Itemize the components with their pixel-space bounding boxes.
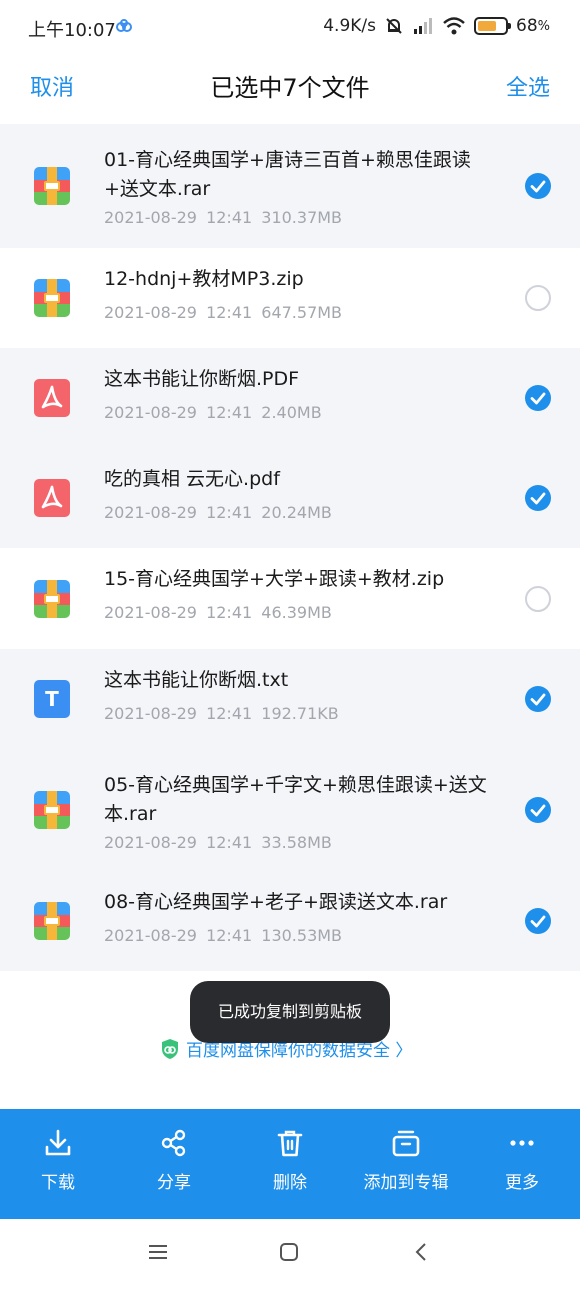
toast-message: 已成功复制到剪贴板 (190, 981, 390, 1043)
file-name: 01-育心经典国学+唐诗三百首+赖思佳跟读+送文本.rar (104, 149, 471, 200)
archive-icon (34, 580, 70, 618)
pdf-icon (34, 379, 70, 417)
checkbox-checked[interactable] (525, 173, 551, 199)
screen: 上午10:07 4.9K/s 68 % 取消 已选中7个文件 全选 01-育心经… (0, 0, 580, 1289)
download-label: 下载 (41, 1173, 75, 1193)
checkmark-icon (530, 693, 546, 706)
album-icon (392, 1130, 420, 1157)
checkbox-checked[interactable] (525, 385, 551, 411)
checkmark-icon (530, 492, 546, 505)
file-row[interactable]: 08-育心经典国学+老子+跟读送文本.rar 2021-08-29 12:41 1… (0, 871, 580, 971)
file-meta: 2021-08-29 12:41 20.24MB (104, 503, 332, 522)
file-meta: 2021-08-29 12:41 2.40MB (104, 403, 322, 422)
file-meta: 2021-08-29 12:41 647.57MB (104, 303, 343, 322)
file-name: 吃的真相 云无心.pdf (104, 468, 280, 490)
more-label: 更多 (505, 1173, 539, 1193)
file-row[interactable]: 吃的真相 云无心.pdf 2021-08-29 12:41 20.24MB (0, 448, 580, 548)
archive-icon (34, 791, 70, 829)
file-row[interactable]: 01-育心经典国学+唐诗三百首+赖思佳跟读+送文本.rar 2021-08-29 … (0, 124, 580, 248)
battery-percent: 68 (516, 16, 538, 36)
add-to-album-label: 添加到专辑 (363, 1173, 449, 1193)
file-meta: 2021-08-29 12:41 33.58MB (104, 833, 332, 852)
file-row[interactable]: 12-hdnj+教材MP3.zip 2021-08-29 12:41 647.57… (0, 248, 580, 348)
more-button[interactable]: 更多 (464, 1109, 580, 1219)
download-icon (45, 1129, 71, 1156)
file-row[interactable]: T 这本书能让你断烟.txt 2021-08-29 12:41 192.71KB (0, 649, 580, 749)
menu-icon[interactable] (147, 1243, 169, 1261)
file-meta: 2021-08-29 12:41 192.71KB (104, 704, 339, 723)
checkbox-checked[interactable] (525, 908, 551, 934)
share-icon (161, 1129, 186, 1157)
select-all-button[interactable]: 全选 (506, 70, 550, 102)
baidu-cloud-icon (116, 19, 132, 32)
checkmark-icon (530, 915, 546, 928)
page-title: 已选中7个文件 (210, 74, 370, 102)
checkbox-checked[interactable] (525, 797, 551, 823)
checkbox-checked[interactable] (525, 485, 551, 511)
file-name: 08-育心经典国学+老子+跟读送文本.rar (104, 891, 448, 913)
file-meta: 2021-08-29 12:41 130.53MB (104, 926, 343, 945)
file-row[interactable]: 15-育心经典国学+大学+跟读+教材.zip 2021-08-29 12:41 4… (0, 548, 580, 649)
txt-icon: T (34, 680, 70, 718)
archive-icon (34, 279, 70, 317)
system-nav-bar (0, 1219, 580, 1289)
battery-icon (474, 17, 511, 35)
action-bar: 下载 分享 删除 添加到专辑 更多 (0, 1109, 580, 1219)
file-name: 15-育心经典国学+大学+跟读+教材.zip (104, 568, 445, 590)
battery-percent-sign: % (537, 18, 550, 34)
file-name: 05-育心经典国学+千字文+赖思佳跟读+送文本.rar (104, 774, 487, 825)
home-icon[interactable] (279, 1243, 299, 1261)
file-row[interactable]: 05-育心经典国学+千字文+赖思佳跟读+送文本.rar 2021-08-29 12… (0, 749, 580, 871)
add-to-album-button[interactable]: 添加到专辑 (348, 1109, 464, 1219)
signal-icon (414, 18, 432, 34)
back-icon[interactable] (413, 1243, 429, 1261)
share-button[interactable]: 分享 (116, 1109, 232, 1219)
file-meta: 2021-08-29 12:41 310.37MB (104, 208, 343, 227)
delete-button[interactable]: 删除 (232, 1109, 348, 1219)
checkbox-unchecked[interactable] (525, 586, 551, 612)
file-name: 这本书能让你断烟.txt (104, 669, 289, 691)
file-name: 这本书能让你断烟.PDF (104, 368, 300, 390)
checkmark-icon (530, 392, 546, 405)
checkbox-unchecked[interactable] (525, 285, 551, 311)
checkmark-icon (530, 804, 546, 817)
shield-icon (162, 1038, 178, 1059)
delete-label: 删除 (273, 1173, 307, 1193)
checkmark-icon (530, 180, 546, 193)
archive-icon (34, 167, 70, 205)
share-label: 分享 (157, 1173, 191, 1193)
archive-icon (34, 902, 70, 940)
trash-icon (277, 1130, 303, 1157)
wifi-icon (443, 17, 465, 35)
file-meta: 2021-08-29 12:41 46.39MB (104, 603, 332, 622)
file-list: 01-育心经典国学+唐诗三百首+赖思佳跟读+送文本.rar 2021-08-29 … (0, 124, 580, 971)
status-bar: 上午10:07 4.9K/s 68 % (0, 0, 580, 54)
network-speed: 4.9K/s (323, 16, 376, 36)
status-indicators: 4.9K/s 68% (323, 16, 550, 36)
battery-fill (478, 21, 496, 31)
mute-bell-icon (386, 18, 402, 34)
selection-header: 取消 已选中7个文件 全选 (0, 54, 580, 120)
status-time: 上午10:07 (28, 20, 116, 41)
checkbox-checked[interactable] (525, 686, 551, 712)
file-row[interactable]: 这本书能让你断烟.PDF 2021-08-29 12:41 2.40MB (0, 348, 580, 448)
download-button[interactable]: 下载 (0, 1109, 116, 1219)
pdf-icon (34, 479, 70, 517)
file-name: 12-hdnj+教材MP3.zip (104, 268, 304, 290)
more-icon (510, 1140, 534, 1146)
